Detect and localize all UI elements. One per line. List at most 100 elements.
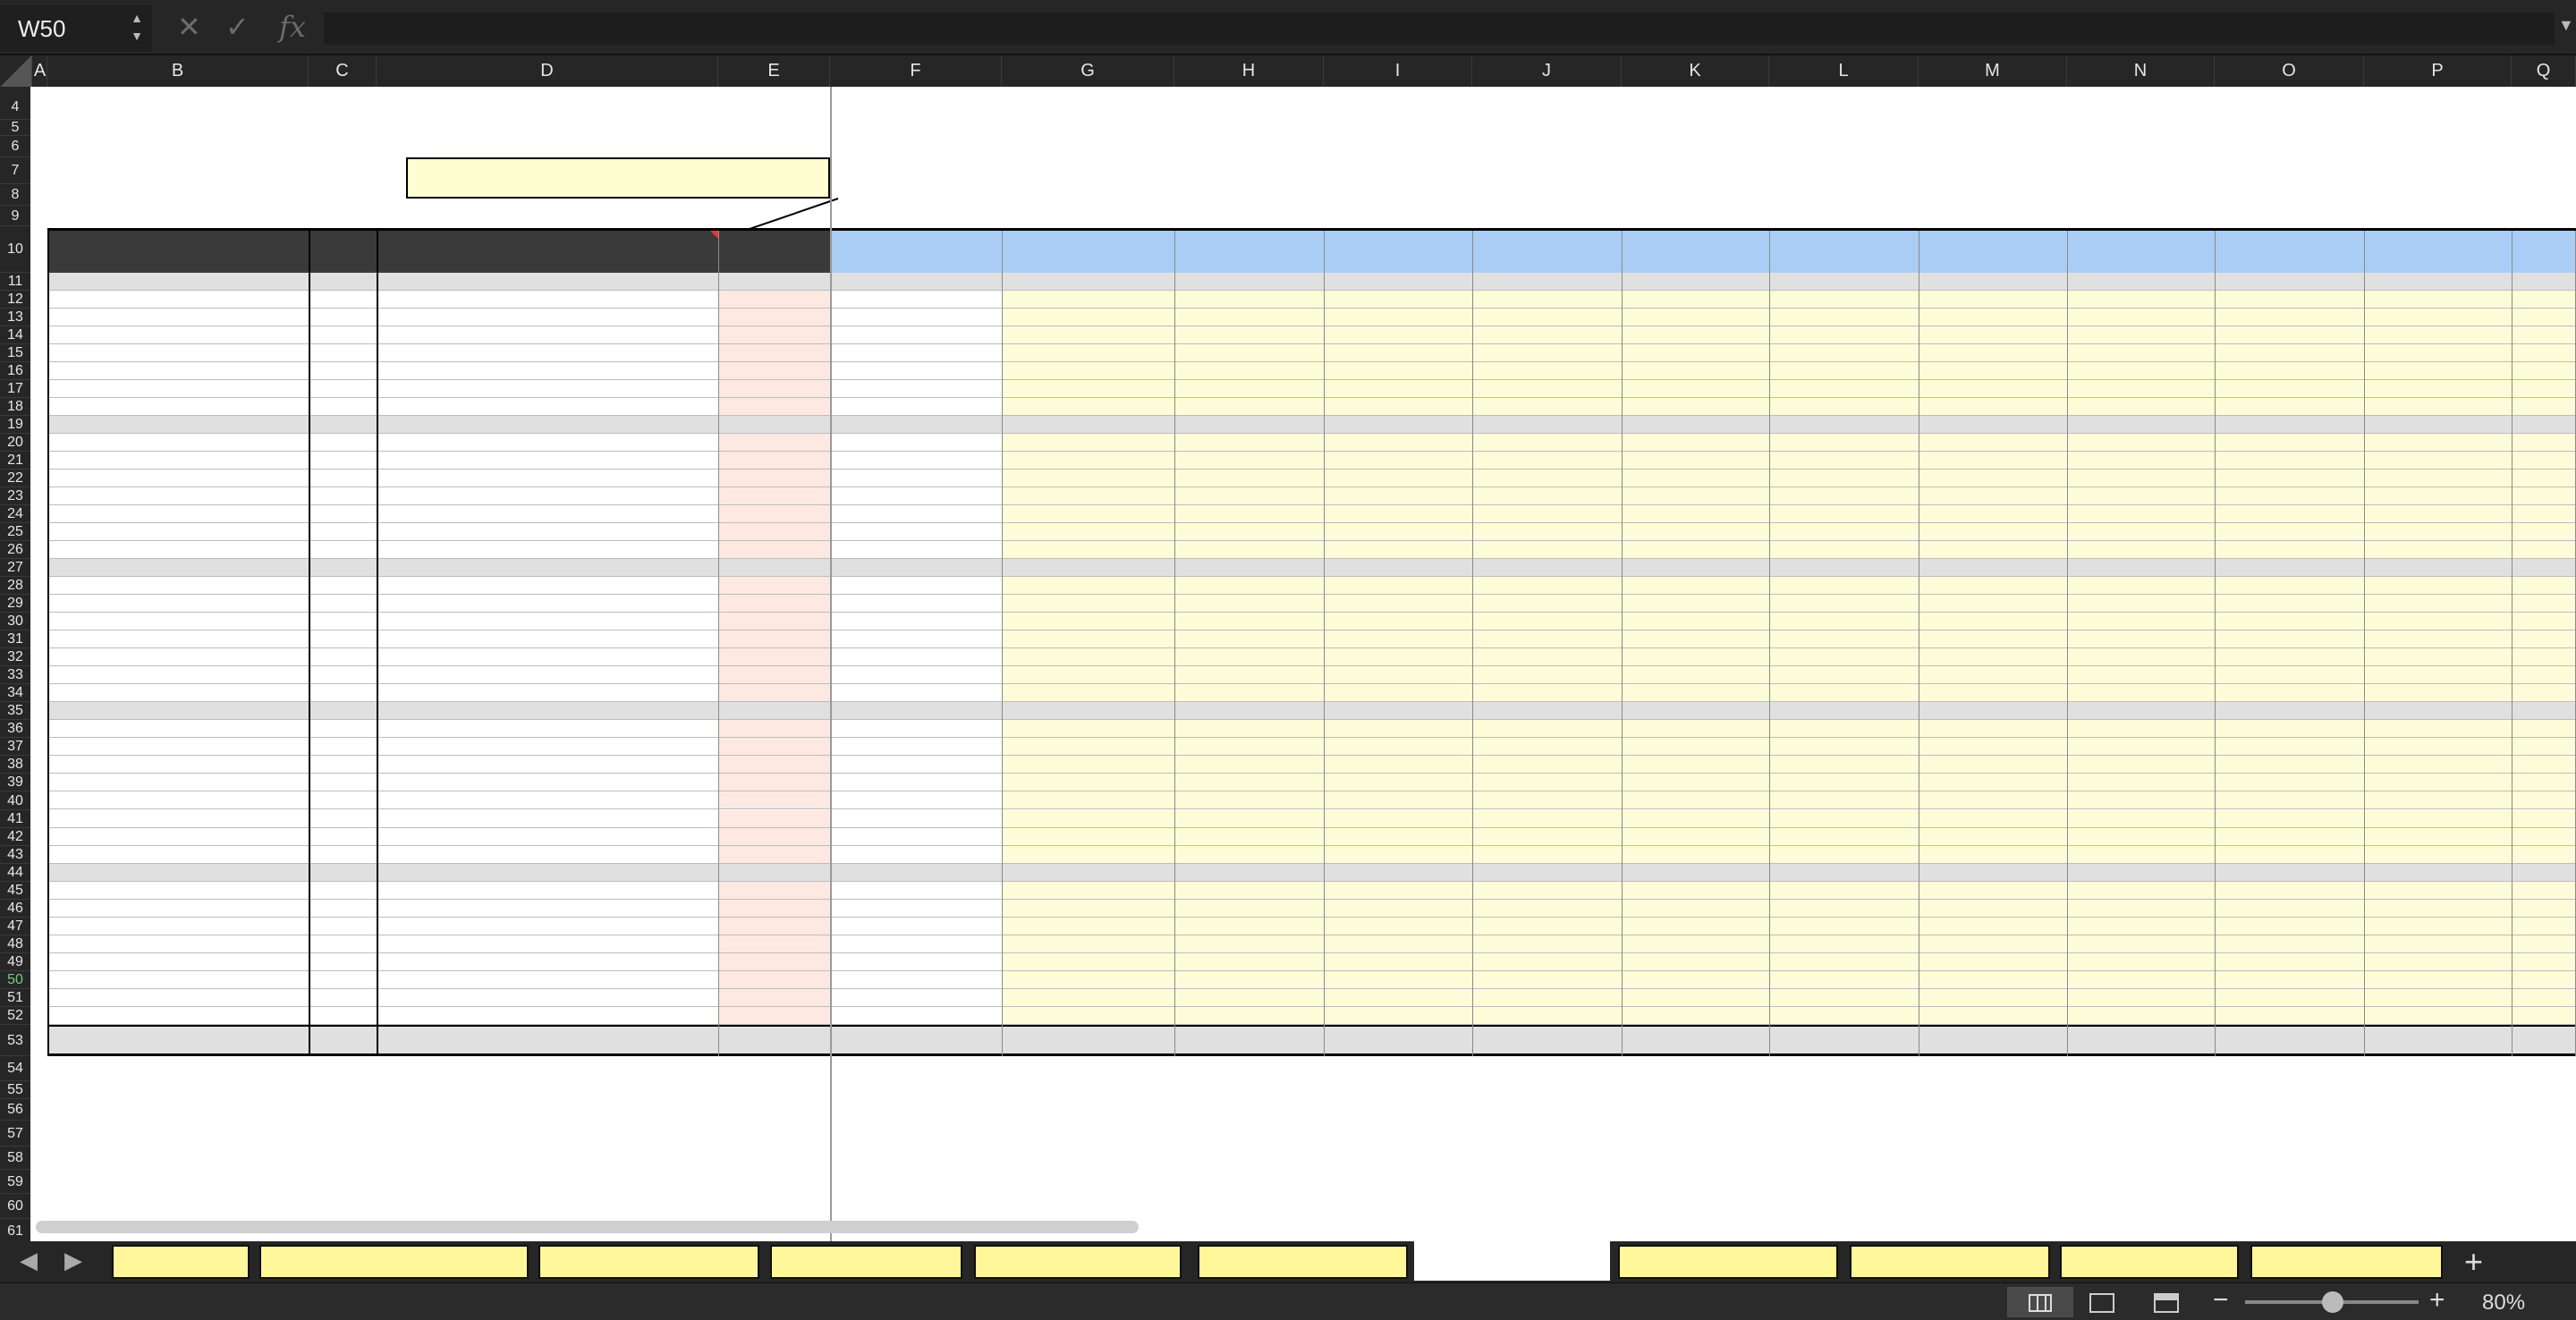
row-header-11[interactable]: 11 [0,273,30,291]
row-header-40[interactable]: 40 [0,791,30,810]
pic-cell[interactable] [718,434,830,452]
pic-cell[interactable] [718,398,830,416]
row-header-46[interactable]: 46 [0,900,30,918]
tab-underwriting[interactable] [1414,1241,1610,1281]
row-header-59[interactable]: 59 [0,1170,30,1194]
row-header-28[interactable]: 28 [0,577,30,595]
description-cell[interactable] [377,846,718,864]
pic-cell[interactable] [718,541,830,559]
description-cell[interactable] [377,918,718,935]
column-header-o[interactable]: O [2215,55,2364,87]
description-cell[interactable] [377,273,718,291]
row-header-53[interactable]: 53 [0,1025,30,1056]
pic-cell[interactable] [718,684,830,702]
row-header-16[interactable]: 16 [0,362,30,380]
row-header-31[interactable]: 31 [0,630,30,648]
next-sheet-icon[interactable]: ▶ [64,1247,82,1274]
row-header-49[interactable]: 49 [0,953,30,971]
row-header-14[interactable]: 14 [0,326,30,344]
description-cell[interactable] [377,362,718,380]
description-cell[interactable] [377,470,718,487]
description-cell[interactable] [377,810,718,828]
description-cell[interactable] [377,434,718,452]
pic-cell[interactable] [718,487,830,505]
row-header-61[interactable]: 61 [0,1219,30,1241]
zoom-out-button[interactable]: − [2213,1285,2229,1316]
row-header-54[interactable]: 54 [0,1056,30,1081]
row-header-36[interactable]: 36 [0,720,30,738]
row-header-44[interactable]: 44 [0,864,30,882]
pic-cell[interactable] [718,452,830,470]
row-header-4[interactable]: 4 [0,94,30,120]
pic-cell[interactable] [718,505,830,523]
row-header-6[interactable]: 6 [0,136,30,157]
row-header-43[interactable]: 43 [0,846,30,864]
description-cell[interactable] [377,326,718,344]
row-header-24[interactable]: 24 [0,505,30,523]
row-header-39[interactable]: 39 [0,774,30,791]
description-cell[interactable] [377,487,718,505]
pic-cell[interactable] [718,774,830,791]
description-cell[interactable] [377,416,718,434]
tab-advertising-pr[interactable] [1618,1245,1838,1279]
row-header-55[interactable]: 55 [0,1081,30,1099]
row-header-5[interactable]: 5 [0,120,30,136]
pic-cell[interactable] [718,1007,830,1025]
row-header-26[interactable]: 26 [0,541,30,559]
description-cell[interactable] [377,684,718,702]
column-header-i[interactable]: I [1324,55,1472,87]
row-header-60[interactable]: 60 [0,1194,30,1219]
pic-cell[interactable] [718,326,830,344]
pic-cell[interactable] [718,791,830,809]
pic-cell[interactable] [718,702,830,720]
row-header-19[interactable]: 19 [0,416,30,434]
row-header-52[interactable]: 52 [0,1007,30,1025]
column-header-e[interactable]: E [718,55,830,87]
description-cell[interactable] [377,953,718,971]
row-header-7[interactable]: 7 [0,157,30,184]
row-header-12[interactable]: 12 [0,291,30,309]
pic-cell[interactable] [718,613,830,630]
description-cell[interactable] [377,935,718,953]
column-header-p[interactable]: P [2364,55,2512,87]
pic-cell[interactable] [718,291,830,309]
pic-cell[interactable] [718,273,830,291]
pic-cell[interactable] [718,362,830,380]
pic-cell[interactable] [718,470,830,487]
description-cell[interactable] [377,523,718,541]
pic-cell[interactable] [718,595,830,613]
column-header-g[interactable]: G [1002,55,1174,87]
pic-cell[interactable] [718,720,830,738]
row-header-17[interactable]: 17 [0,380,30,398]
row-header-45[interactable]: 45 [0,882,30,900]
pic-cell[interactable] [718,648,830,666]
formula-expand-icon[interactable]: ▼ [2558,16,2574,35]
insert-function-icon[interactable]: fx [279,9,306,45]
pic-cell[interactable] [718,864,830,882]
pic-cell[interactable] [718,989,830,1007]
column-header-n[interactable]: N [2067,55,2215,87]
zoom-level[interactable]: 80% [2482,1290,2525,1316]
row-header-27[interactable]: 27 [0,559,30,577]
tab-sale-training[interactable] [2060,1245,2239,1279]
enter-icon[interactable]: ✓ [225,9,250,45]
sheet-area[interactable] [30,87,2576,1241]
column-header-l[interactable]: L [1769,55,1919,87]
row-header-10[interactable]: 10 [0,226,30,273]
row-header-32[interactable]: 32 [0,648,30,666]
column-header-a[interactable]: A [33,55,47,87]
page-layout-icon[interactable] [2089,1293,2114,1313]
row-header-30[interactable]: 30 [0,613,30,630]
pic-cell[interactable] [718,344,830,362]
pic-cell[interactable] [718,380,830,398]
row-header-9[interactable]: 9 [0,206,30,226]
description-cell[interactable] [377,864,718,882]
pic-cell[interactable] [718,828,830,846]
row-header-57[interactable]: 57 [0,1121,30,1147]
cancel-icon[interactable]: ✕ [177,9,201,45]
description-cell[interactable] [377,559,718,577]
row-header-50[interactable]: 50 [0,971,30,989]
description-cell[interactable] [377,756,718,774]
description-cell[interactable] [377,791,718,809]
description-cell[interactable] [377,648,718,666]
